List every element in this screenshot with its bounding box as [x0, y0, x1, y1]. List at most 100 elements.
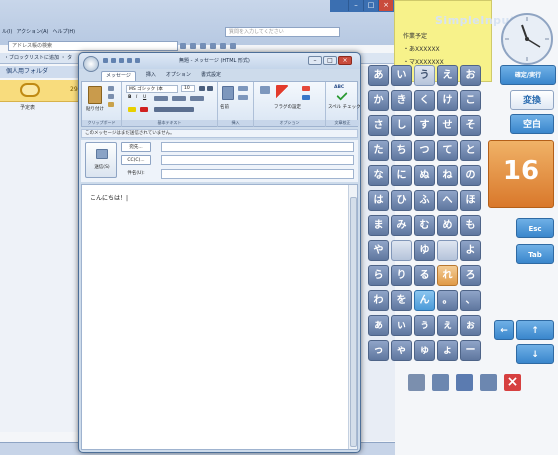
flag-icon[interactable] [276, 85, 288, 99]
followup-label[interactable]: フラグの設定 [274, 104, 301, 110]
message-body[interactable]: こんにちは！| [81, 184, 358, 450]
resize-icon[interactable] [456, 374, 473, 391]
numbering-icon[interactable] [172, 96, 186, 101]
kana-key[interactable]: き [391, 90, 412, 111]
kana-key[interactable]: て [437, 140, 458, 161]
kana-key[interactable] [437, 240, 458, 261]
high-importance-icon[interactable] [302, 86, 310, 91]
cut-icon[interactable] [108, 86, 114, 91]
kana-key[interactable]: あ [368, 65, 389, 86]
kana-key[interactable]: ま [368, 215, 389, 236]
compose-maximize-button[interactable]: □ [323, 56, 337, 65]
paste-label[interactable]: 貼り付け [86, 106, 104, 112]
subject-field[interactable] [161, 169, 354, 179]
undo-icon[interactable] [111, 58, 116, 63]
kana-key[interactable]: そ [460, 115, 481, 136]
vertical-scrollbar[interactable] [348, 185, 357, 449]
kana-key[interactable]: い [391, 65, 412, 86]
office-button-icon[interactable] [83, 56, 99, 72]
address-book-search-input[interactable]: アドレス帳の検索 [8, 41, 178, 51]
window-icon[interactable] [432, 374, 449, 391]
kana-key[interactable]: よ [460, 240, 481, 261]
kana-key[interactable]: ゅ [414, 340, 435, 361]
space-key[interactable]: 空白 [510, 114, 554, 134]
kana-key[interactable]: わ [368, 290, 389, 311]
kana-key[interactable]: さ [368, 115, 389, 136]
kana-key[interactable]: ひ [391, 190, 412, 211]
toolbar-icon[interactable] [190, 43, 196, 49]
bold-icon[interactable]: B [128, 95, 131, 100]
grid-icon[interactable] [480, 374, 497, 391]
kana-key[interactable]: 、 [460, 290, 481, 311]
kana-key[interactable]: ら [368, 265, 389, 286]
tab-options[interactable]: オプション [166, 71, 191, 81]
kana-key[interactable]: な [368, 165, 389, 186]
toolbar-icon[interactable] [230, 43, 236, 49]
kana-key[interactable]: す [414, 115, 435, 136]
bullets-icon[interactable] [154, 96, 168, 101]
kana-key[interactable]: ち [391, 140, 412, 161]
kana-key[interactable]: り [391, 265, 412, 286]
attach-file-icon[interactable] [238, 95, 248, 100]
font-name-select[interactable]: MS ゴシック (本 [126, 85, 178, 93]
minimize-button[interactable]: – [348, 0, 363, 11]
speaker-icon[interactable] [408, 374, 425, 391]
esc-key[interactable]: Esc [516, 218, 554, 238]
grow-font-icon[interactable] [199, 86, 205, 91]
address-book-icon[interactable] [222, 86, 234, 100]
kana-key[interactable]: ん [414, 290, 435, 311]
kana-key[interactable]: ゆ [414, 240, 435, 261]
compose-minimize-button[interactable]: – [308, 56, 322, 65]
enter-key[interactable]: 確定/実行 [500, 65, 556, 85]
kana-key[interactable] [391, 240, 412, 261]
to-button[interactable]: 宛先... [121, 142, 151, 152]
compose-close-button[interactable]: × [338, 56, 352, 65]
kana-key[interactable]: ぃ [391, 315, 412, 336]
kana-key[interactable]: ぬ [414, 165, 435, 186]
kana-key[interactable]: せ [437, 115, 458, 136]
cc-button[interactable]: CC(C)... [121, 155, 151, 165]
kana-key[interactable]: ょ [437, 340, 458, 361]
menu-item[interactable]: ヘルプ(H) [52, 27, 75, 37]
kana-key[interactable]: と [460, 140, 481, 161]
kana-key[interactable]: ろ [460, 265, 481, 286]
kana-key[interactable]: た [368, 140, 389, 161]
highlight-icon[interactable] [128, 107, 136, 112]
tab-key[interactable]: Tab [516, 244, 554, 264]
kana-key[interactable]: ふ [414, 190, 435, 211]
indent-icon[interactable] [190, 96, 204, 101]
check-names-icon[interactable] [238, 86, 248, 91]
close-button[interactable]: × [378, 0, 393, 11]
redo-icon[interactable] [119, 58, 124, 63]
scrollbar-thumb[interactable] [350, 197, 357, 447]
kana-key[interactable]: に [391, 165, 412, 186]
kana-key[interactable]: れ [437, 265, 458, 286]
kana-key[interactable]: め [437, 215, 458, 236]
kana-key[interactable]: ね [437, 165, 458, 186]
copy-icon[interactable] [108, 94, 114, 99]
toolbar-icon[interactable] [200, 43, 206, 49]
to-field[interactable] [161, 142, 354, 152]
kana-key[interactable]: も [460, 215, 481, 236]
kana-key[interactable]: の [460, 165, 481, 186]
kana-key[interactable]: う [414, 65, 435, 86]
send-button[interactable]: 送信(S) [85, 142, 117, 178]
tab-format[interactable]: 書式設定 [201, 71, 221, 81]
kana-key[interactable]: ぅ [414, 315, 435, 336]
kana-key[interactable]: ゃ [391, 340, 412, 361]
kana-key[interactable]: む [414, 215, 435, 236]
kana-key[interactable]: こ [460, 90, 481, 111]
kana-key[interactable]: ぉ [460, 315, 481, 336]
alignment-icons[interactable] [154, 107, 194, 112]
arrow-down-key[interactable]: ↓ [516, 344, 554, 364]
kana-key[interactable]: ほ [460, 190, 481, 211]
font-color-icon[interactable] [140, 107, 148, 112]
kana-key[interactable]: へ [437, 190, 458, 211]
kana-key[interactable]: つ [414, 140, 435, 161]
toolbar-icon[interactable] [210, 43, 216, 49]
kana-key[interactable]: る [414, 265, 435, 286]
kana-key[interactable]: 。 [437, 290, 458, 311]
arrow-down-icon[interactable] [135, 58, 140, 63]
underline-icon[interactable]: U [143, 95, 146, 100]
save-icon[interactable] [103, 58, 108, 63]
